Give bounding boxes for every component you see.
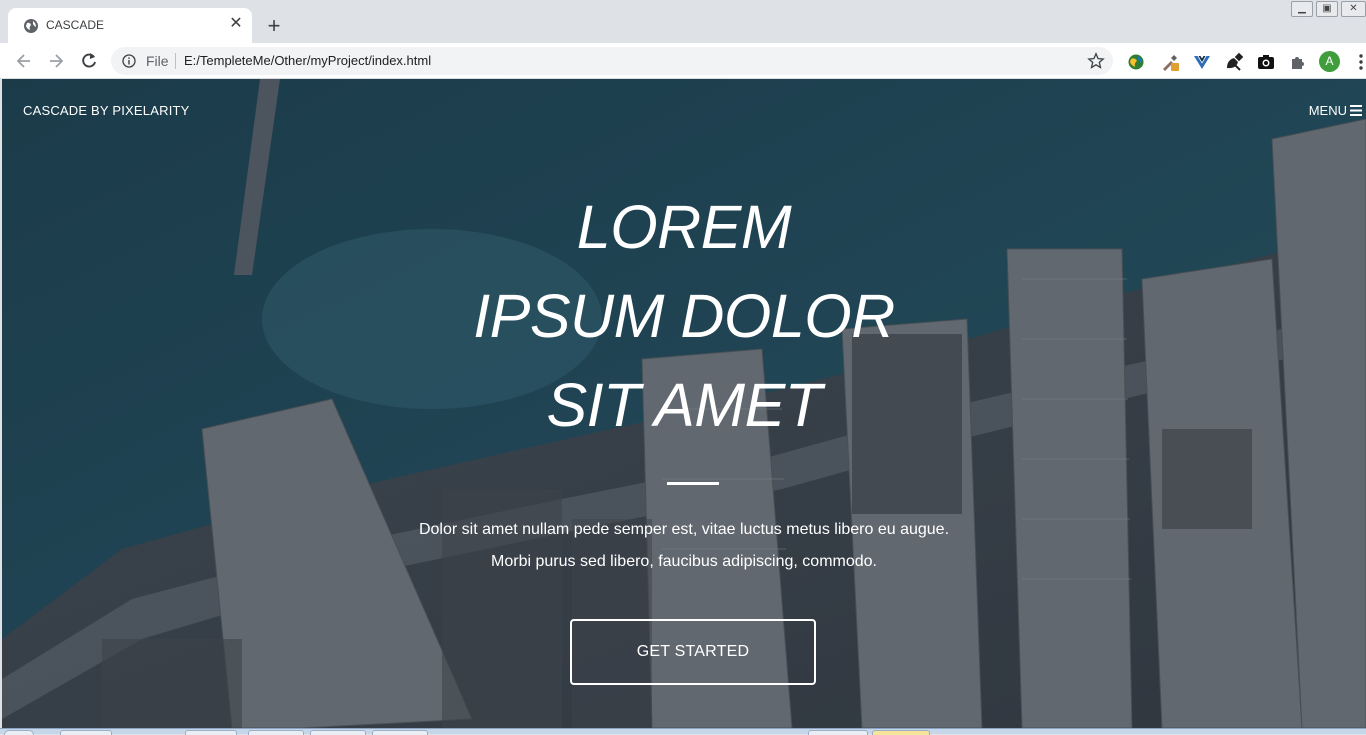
url-text[interactable]: E:/TempleteMe/Other/myProject/index.html: [184, 53, 431, 68]
info-icon[interactable]: [122, 54, 136, 68]
minimize-window-button[interactable]: ▁: [1291, 1, 1313, 17]
close-tab-icon[interactable]: ✕: [228, 16, 244, 32]
hero-lead-line-1: Dolor sit amet nullam pede semper est, v…: [418, 521, 950, 538]
url-separator: [175, 53, 176, 69]
eyedropper-extension-icon[interactable]: [1160, 52, 1180, 72]
taskbar-app-button-active[interactable]: [872, 730, 930, 735]
browser-tab[interactable]: CASCADE ✕: [8, 8, 252, 43]
site-brand-link[interactable]: CASCADE BY PIXELARITY: [23, 103, 190, 118]
taskbar-app-button[interactable]: [310, 730, 366, 735]
taskbar-app-button[interactable]: [60, 730, 112, 735]
url-scheme-label: File: [146, 53, 169, 69]
restore-window-button[interactable]: ▣: [1316, 1, 1338, 17]
globe-extension-icon[interactable]: [1126, 52, 1146, 72]
taskbar-app-button[interactable]: [185, 730, 237, 735]
browser-tab-strip: CASCADE ✕ + ▁ ▣ ✕: [0, 0, 1366, 43]
hero-headline-line-2: IPSUM DOLOR: [473, 282, 895, 350]
site-menu-button[interactable]: MENU: [1309, 103, 1362, 118]
os-taskbar: [0, 728, 1366, 735]
taskbar-app-button[interactable]: [808, 730, 868, 735]
reload-icon[interactable]: [79, 51, 99, 71]
address-bar[interactable]: File E:/TempleteMe/Other/myProject/index…: [111, 47, 1113, 75]
hero-divider: [667, 482, 719, 485]
bookmark-star-icon[interactable]: [1087, 52, 1105, 70]
extensions-puzzle-icon[interactable]: [1288, 52, 1308, 72]
screenshot-camera-icon[interactable]: [1256, 52, 1276, 72]
minimize-icon: ▁: [1298, 3, 1306, 14]
browser-toolbar: File E:/TempleteMe/Other/myProject/index…: [0, 43, 1366, 79]
satellite-extension-icon[interactable]: [1224, 52, 1244, 72]
profile-avatar[interactable]: A: [1319, 51, 1340, 72]
taskbar-app-button[interactable]: [248, 730, 304, 735]
start-button[interactable]: [4, 730, 34, 735]
vuejs-devtools-icon[interactable]: [1192, 52, 1212, 72]
hero-headline-line-1: LOREM: [576, 193, 792, 261]
new-tab-button[interactable]: +: [264, 15, 284, 37]
hero-lead-line-2: Morbi purus sed libero, faucibus adipisc…: [491, 553, 877, 570]
get-started-button[interactable]: GET STARTED: [570, 619, 816, 685]
restore-icon: ▣: [1322, 3, 1332, 14]
close-icon: ✕: [1349, 3, 1358, 14]
back-arrow-icon[interactable]: [14, 51, 34, 71]
menu-label: MENU: [1308, 103, 1347, 118]
forward-arrow-icon[interactable]: [46, 51, 66, 71]
browser-menu-icon[interactable]: [1356, 53, 1366, 71]
web-page: CASCADE BY PIXELARITY MENU LOREM IPSUM D…: [2, 79, 1366, 728]
tab-title: CASCADE: [46, 18, 105, 32]
hero-headline-line-3: SIT AMET: [546, 371, 822, 439]
globe-icon: [24, 19, 38, 33]
taskbar-app-button[interactable]: [372, 730, 428, 735]
close-window-button[interactable]: ✕: [1341, 1, 1366, 17]
hamburger-menu-icon: [1350, 105, 1362, 116]
